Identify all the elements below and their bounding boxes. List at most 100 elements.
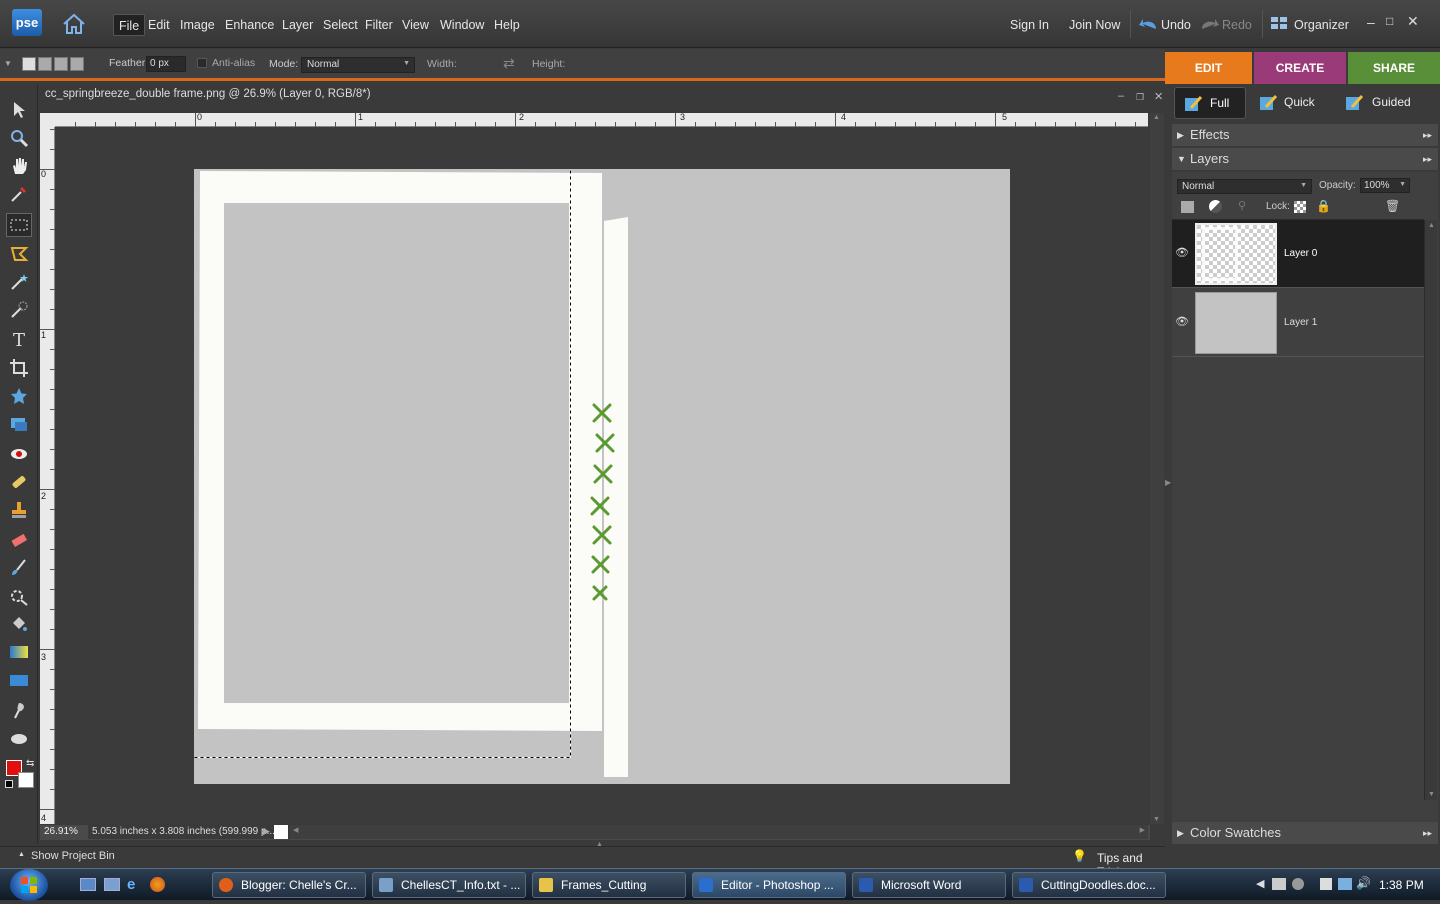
firefox-icon[interactable] (150, 877, 165, 892)
tab-create[interactable]: CREATE (1254, 52, 1346, 84)
swap-icon[interactable]: ⇄ (503, 55, 515, 72)
effects-panel-header[interactable]: ▶ Effects ▸▸ (1172, 124, 1438, 146)
menu-edit[interactable]: Edit (143, 14, 175, 36)
crop-tool-icon[interactable] (6, 356, 32, 380)
taskbar-item-folder[interactable]: Frames_Cutting (532, 872, 686, 898)
taskbar-item-word-doc[interactable]: CuttingDoodles.doc... (1012, 872, 1166, 898)
taskbar-item-word[interactable]: Microsoft Word (852, 872, 1006, 898)
sponge-tool-icon[interactable] (6, 726, 32, 750)
magic-wand-tool-icon[interactable] (6, 270, 32, 294)
selection-mode-icons[interactable] (22, 57, 92, 73)
doc-restore-icon[interactable]: ❐ (1136, 92, 1144, 103)
tray-expand-icon[interactable]: ◀ (1256, 877, 1264, 890)
options-menu-icon[interactable]: ▼ (4, 59, 12, 68)
link-icon[interactable]: ⚲ (1238, 199, 1246, 212)
quick-mode-button[interactable]: Quick (1246, 87, 1332, 119)
menu-help[interactable]: Help (489, 14, 525, 36)
smart-brush-tool-icon[interactable] (6, 584, 32, 608)
blend-mode-select[interactable]: Normal ▼ (1177, 179, 1312, 194)
taskbar-item-photoshop[interactable]: Editor - Photoshop ... (692, 872, 846, 898)
doc-close-icon[interactable]: ✕ (1154, 90, 1163, 103)
recompose-tool-icon[interactable] (6, 412, 32, 436)
menu-window[interactable]: Window (435, 14, 489, 36)
eye-icon[interactable]: 👁 (1175, 246, 1189, 259)
image-canvas[interactable] (194, 169, 1010, 784)
vertical-scrollbar[interactable]: ▲ ▼ (1150, 113, 1164, 824)
layers-panel-header[interactable]: ▼ Layers ▸▸ (1172, 148, 1438, 170)
tray-icon[interactable] (1292, 878, 1304, 890)
clock[interactable]: 1:38 PM (1379, 878, 1424, 892)
menu-file[interactable]: File (113, 14, 146, 36)
start-button[interactable] (10, 869, 48, 901)
menu-enhance[interactable]: Enhance (220, 14, 279, 36)
organizer-button[interactable]: Organizer (1294, 14, 1349, 36)
mode-select[interactable]: Normal ▼ (301, 57, 415, 73)
trash-icon[interactable]: 🗑 (1385, 199, 1400, 213)
menu-image[interactable]: Image (175, 14, 220, 36)
healing-brush-tool-icon[interactable] (6, 470, 32, 494)
undo-button[interactable]: Undo (1161, 14, 1191, 36)
menu-select[interactable]: Select (318, 14, 363, 36)
layer-row[interactable]: 👁 Layer 0 (1172, 220, 1424, 288)
eye-icon[interactable]: 👁 (1175, 315, 1189, 328)
zoom-tool-icon[interactable] (6, 126, 32, 150)
undo-icon[interactable] (1138, 16, 1160, 35)
feather-input[interactable]: 0 px (146, 56, 186, 72)
layer-row[interactable]: 👁 Layer 1 (1172, 289, 1424, 357)
opacity-input[interactable]: 100% ▼ (1360, 178, 1410, 193)
lasso-tool-icon[interactable] (6, 242, 32, 266)
panel-menu-icon[interactable]: ▸▸ (1423, 822, 1432, 844)
eraser-tool-icon[interactable] (6, 528, 32, 552)
redo-button[interactable]: Redo (1222, 14, 1252, 36)
home-icon[interactable] (60, 11, 88, 37)
red-eye-tool-icon[interactable] (6, 442, 32, 466)
info-menu-icon[interactable]: ▶ (263, 826, 270, 837)
panel-menu-icon[interactable]: ▸▸ (1423, 148, 1432, 170)
lock-icon[interactable]: 🔒 (1316, 199, 1331, 213)
swap-colors-icon[interactable]: ⇆ (26, 758, 34, 769)
adjustment-layer-icon[interactable] (1209, 200, 1222, 213)
type-tool-icon[interactable]: T (6, 328, 32, 352)
minimize-icon[interactable]: – (1367, 14, 1375, 30)
brush-tool-icon[interactable] (6, 556, 32, 580)
layer-name[interactable]: Layer 1 (1284, 317, 1317, 328)
shape-tool-icon[interactable] (6, 668, 32, 692)
background-color-swatch[interactable] (18, 772, 34, 788)
volume-icon[interactable]: 🔊 (1356, 876, 1371, 890)
quick-selection-tool-icon[interactable] (6, 298, 32, 322)
join-now-link[interactable]: Join Now (1069, 14, 1120, 36)
menu-filter[interactable]: Filter (360, 14, 398, 36)
show-desktop-icon[interactable] (80, 878, 96, 891)
caret-up-icon[interactable]: ▲ (596, 841, 603, 848)
antialias-checkbox[interactable] (197, 58, 207, 68)
menu-view[interactable]: View (397, 14, 434, 36)
taskbar-item-notepad[interactable]: ChellesCT_Info.txt - ... (372, 872, 526, 898)
redo-icon[interactable] (1200, 16, 1220, 35)
paint-bucket-tool-icon[interactable] (6, 612, 32, 636)
layer-name[interactable]: Layer 0 (1284, 248, 1317, 259)
eyedropper-tool-icon[interactable] (6, 182, 32, 206)
menu-layer[interactable]: Layer (277, 14, 318, 36)
gradient-tool-icon[interactable] (6, 640, 32, 664)
default-colors-icon[interactable] (5, 780, 13, 788)
full-mode-button[interactable]: Full (1174, 87, 1246, 119)
tray-icon[interactable] (1272, 878, 1286, 890)
taskbar-item-blogger[interactable]: Blogger: Chelle's Cr... (212, 872, 366, 898)
organizer-icon[interactable] (1270, 16, 1288, 34)
layers-scrollbar[interactable]: ▲ ▼ (1424, 220, 1437, 800)
doc-minimize-icon[interactable]: – (1118, 90, 1124, 102)
hand-tool-icon[interactable] (6, 154, 32, 178)
cookie-cutter-tool-icon[interactable] (6, 384, 32, 408)
guided-mode-button[interactable]: Guided (1332, 87, 1432, 119)
internet-explorer-icon[interactable]: e (127, 876, 135, 893)
blur-tool-icon[interactable] (6, 698, 32, 722)
maximize-icon[interactable]: □ (1386, 14, 1393, 28)
tab-edit[interactable]: EDIT (1165, 52, 1252, 84)
clone-stamp-tool-icon[interactable] (6, 498, 32, 522)
switch-windows-icon[interactable] (104, 878, 120, 891)
marquee-tool-icon[interactable] (6, 213, 32, 237)
collapse-panel-icon[interactable]: ▶ (1165, 478, 1171, 487)
tab-share[interactable]: SHARE (1348, 52, 1440, 84)
color-swatches-panel-header[interactable]: ▶ Color Swatches ▸▸ (1172, 822, 1438, 844)
show-project-bin-button[interactable]: Show Project Bin (31, 850, 115, 862)
